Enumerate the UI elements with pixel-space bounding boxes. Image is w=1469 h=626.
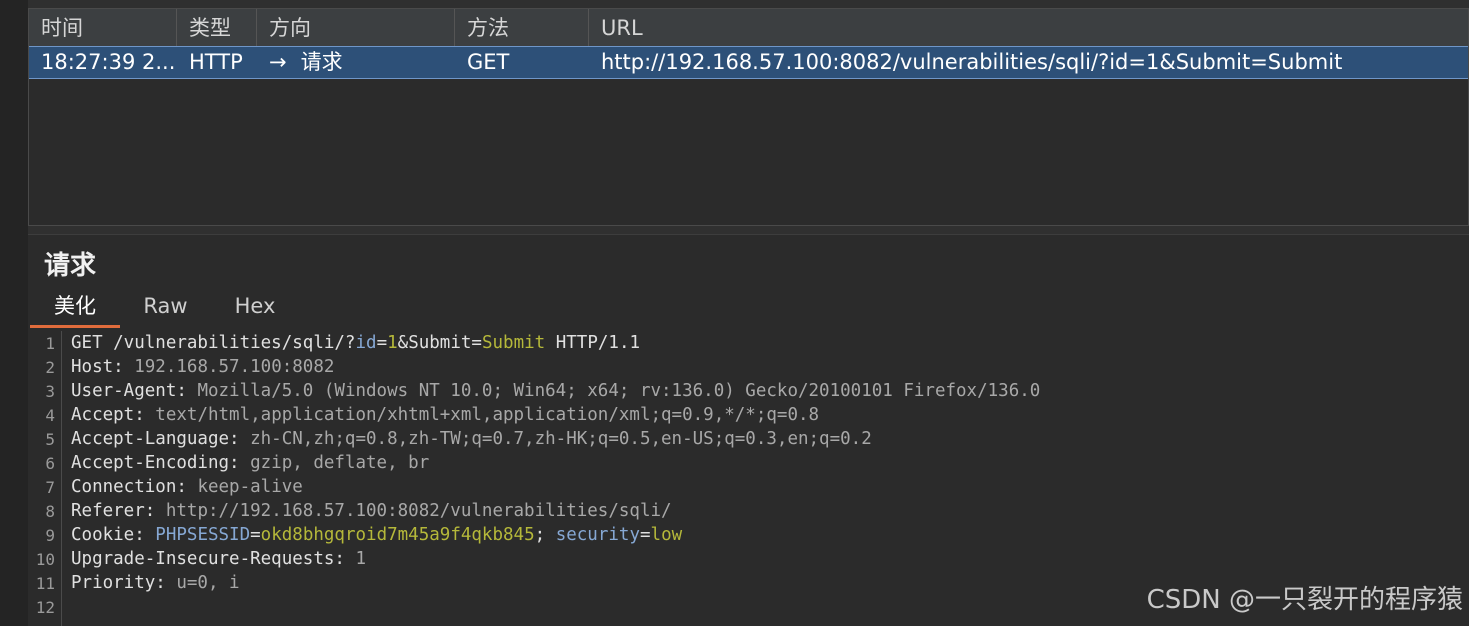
header-key: Connection: (71, 477, 187, 497)
header-value: u=0, i (165, 573, 240, 593)
line-number: 5 (45, 430, 55, 449)
request-panel: 请求 美化 Raw Hex 1 2 3 4 5 6 7 8 9 10 11 12… (28, 235, 1469, 626)
param-value: 1 (387, 333, 398, 353)
column-header-time[interactable]: 时间 (29, 9, 177, 46)
equals-sign: = (471, 333, 482, 353)
code-line-priority: Priority: u=0, i (71, 573, 240, 593)
line-number: 2 (45, 358, 55, 377)
line-number: 3 (45, 382, 55, 401)
column-header-type[interactable]: 类型 (177, 9, 257, 46)
line-number: 12 (35, 598, 55, 617)
line-number: 1 (45, 334, 55, 353)
code-line-upgrade-insecure: Upgrade-Insecure-Requests: 1 (71, 549, 366, 569)
header-value: keep-alive (186, 477, 303, 497)
cell-time: 18:27:39 2... (41, 50, 176, 74)
cookie-name: PHPSESSID (144, 525, 251, 545)
header-value: text/html,application/xhtml+xml,applicat… (144, 405, 820, 425)
right-arrow-icon: → (269, 50, 287, 74)
panel-splitter[interactable] (28, 226, 1469, 235)
header-key: Cookie: (71, 525, 145, 545)
code-line-connection: Connection: keep-alive (71, 477, 303, 497)
equals-sign: = (250, 525, 261, 545)
header-key: User-Agent: (71, 381, 187, 401)
tab-hex[interactable]: Hex (220, 290, 290, 325)
line-number: 8 (45, 502, 55, 521)
request-tabs: 美化 Raw Hex (28, 290, 1469, 328)
header-key: Accept: (71, 405, 145, 425)
header-key: Upgrade-Insecure-Requests: (71, 549, 345, 569)
cell-method: GET (467, 50, 510, 74)
param-name: Submit (408, 333, 472, 353)
line-number: 7 (45, 478, 55, 497)
code-line-user-agent: User-Agent: Mozilla/5.0 (Windows NT 10.0… (71, 381, 1040, 401)
tab-raw[interactable]: Raw (128, 290, 203, 325)
cookie-value: okd8bhgqroid7m45a9f4qkb845 (260, 525, 535, 545)
line-number: 10 (35, 550, 55, 569)
separator: ; (534, 525, 556, 545)
header-value: http://192.168.57.100:8082/vulnerabiliti… (155, 501, 672, 521)
cookie-value: low (650, 525, 683, 545)
code-line-cookie: Cookie: PHPSESSID=okd8bhgqroid7m45a9f4qk… (71, 525, 682, 545)
watermark: CSDN @一只裂开的程序猿 (1146, 585, 1463, 615)
top-strip (28, 0, 1469, 8)
history-table: 时间 类型 方向 方法 URL 18:27:39 2... HTTP → 请求 G… (28, 8, 1469, 226)
table-row[interactable]: 18:27:39 2... HTTP → 请求 GET http://192.16… (29, 46, 1468, 79)
table-header: 时间 类型 方向 方法 URL (29, 9, 1468, 47)
line-number-gutter: 1 2 3 4 5 6 7 8 9 10 11 12 (28, 331, 62, 626)
header-value: 1 (344, 549, 367, 569)
request-title: 请求 (44, 251, 97, 281)
header-key: Accept-Language: (71, 429, 240, 449)
param-name: id (355, 333, 377, 353)
equals-sign: = (639, 525, 651, 545)
header-key: Host: (71, 357, 124, 377)
code-line-host: Host: 192.168.57.100:8082 (71, 357, 334, 377)
header-value: gzip, deflate, br (239, 453, 430, 473)
column-header-method[interactable]: 方法 (455, 9, 589, 46)
code-line-referer: Referer: http://192.168.57.100:8082/vuln… (71, 501, 672, 521)
line-number: 9 (45, 526, 55, 545)
code-line-accept: Accept: text/html,application/xhtml+xml,… (71, 405, 819, 425)
header-value: zh-CN,zh;q=0.8,zh-TW;q=0.7,zh-HK;q=0.5,e… (239, 429, 872, 449)
cell-direction: → 请求 (257, 47, 455, 78)
ampersand: & (397, 333, 409, 353)
header-value: 192.168.57.100:8082 (123, 357, 335, 377)
line-number: 11 (35, 574, 55, 593)
header-key: Referer: (71, 501, 156, 521)
equals-sign: = (376, 333, 388, 353)
request-line-text: GET /vulnerabilities/sqli/? (71, 333, 356, 353)
column-header-url[interactable]: URL (589, 9, 1469, 46)
cell-url: http://192.168.57.100:8082/vulnerabiliti… (601, 50, 1343, 74)
cell-type: HTTP (189, 50, 243, 74)
param-value: Submit (481, 333, 546, 353)
header-key: Accept-Encoding: (71, 453, 240, 473)
header-value: Mozilla/5.0 (Windows NT 10.0; Win64; x64… (186, 381, 1041, 401)
line-number: 4 (45, 406, 55, 425)
cookie-name: security (555, 525, 640, 545)
line-number: 6 (45, 454, 55, 473)
column-header-direction[interactable]: 方向 (257, 9, 455, 46)
code-line-accept-encoding: Accept-Encoding: gzip, deflate, br (71, 453, 429, 473)
header-key: Priority: (71, 573, 166, 593)
direction-label: 请求 (300, 50, 343, 74)
http-version: HTTP/1.1 (545, 333, 641, 353)
code-line-accept-language: Accept-Language: zh-CN,zh;q=0.8,zh-TW;q=… (71, 429, 872, 449)
tab-pretty[interactable]: 美化 (30, 290, 120, 328)
code-line-request: GET /vulnerabilities/sqli/?id=1&Submit=S… (71, 333, 640, 353)
